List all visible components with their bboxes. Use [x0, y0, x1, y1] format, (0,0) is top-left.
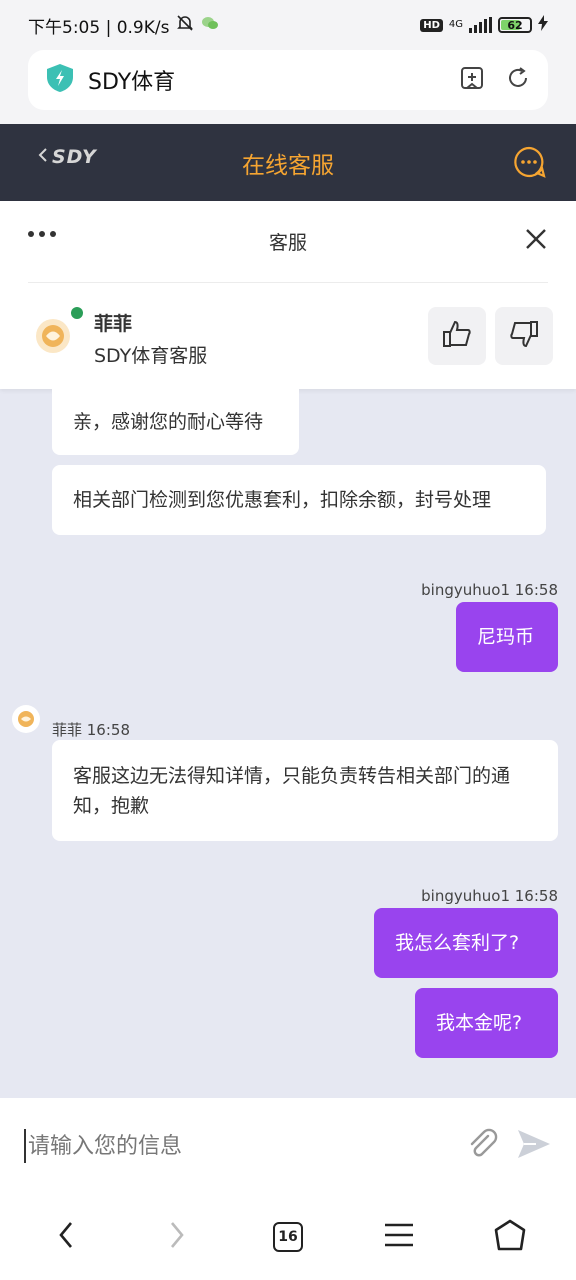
agent-avatar-small	[12, 705, 40, 733]
message-text: 客服这边无法得知详情，只能负责转告相关部门的通知，抱歉	[73, 764, 511, 817]
message-text: 亲，感谢您的耐心等待	[73, 411, 264, 433]
battery-level: 62	[507, 18, 523, 32]
message-input-bar	[0, 1098, 576, 1194]
message-sender-time: bingyuhuo1 16:58	[421, 887, 558, 905]
more-options-icon[interactable]	[28, 231, 56, 237]
panel-title: 客服	[268, 232, 307, 254]
message-bubble-incoming: 客服这边无法得知详情，只能负责转告相关部门的通知，抱歉	[52, 740, 558, 841]
message-sender-time: bingyuhuo1 16:58	[421, 581, 558, 599]
message-bubble-incoming: 亲，感谢您的耐心等待	[52, 389, 299, 455]
message-text: 我本金呢?	[436, 1012, 523, 1034]
nav-forward-button[interactable]	[147, 1207, 207, 1267]
browser-address-area: SDY体育	[0, 50, 576, 124]
thumbs-down-button[interactable]	[495, 307, 553, 365]
browser-nav-bar: 16	[0, 1194, 576, 1280]
status-bar: 下午5:05 | 0.9K/s HD 4G 62	[0, 0, 576, 50]
menu-button[interactable]	[369, 1207, 429, 1267]
shield-icon	[46, 63, 74, 97]
message-bubble-outgoing: 尼玛币	[456, 602, 558, 672]
send-icon[interactable]	[516, 1128, 552, 1164]
agent-panel: 客服 菲菲 SDY体育客服	[0, 201, 576, 389]
wechat-icon	[201, 15, 219, 35]
message-text: 尼玛币	[477, 626, 535, 648]
nav-back-button[interactable]	[36, 1207, 96, 1267]
message-input[interactable]	[24, 1129, 466, 1163]
sdy-logo: SDY	[52, 146, 97, 168]
status-time-speed: 下午5:05 | 0.9K/s	[28, 17, 170, 38]
network-label: 4G	[448, 19, 463, 30]
chevron-right-icon	[169, 1221, 185, 1253]
agent-role: SDY体育客服	[94, 345, 208, 367]
home-button[interactable]	[480, 1207, 540, 1267]
message-bubble-outgoing: 我怎么套利了?	[374, 908, 558, 978]
page-title: SDY体育	[88, 70, 176, 95]
chat-bubble-icon[interactable]	[512, 145, 546, 183]
battery-icon: 62	[498, 17, 532, 33]
tabs-button[interactable]: 16	[258, 1207, 318, 1267]
message-text: 相关部门检测到您优惠套利，扣除余额，封号处理	[73, 489, 492, 511]
back-button[interactable]: SDY	[38, 146, 97, 168]
attachment-icon[interactable]	[466, 1127, 500, 1165]
thumbs-up-icon	[441, 318, 473, 354]
close-icon[interactable]	[524, 227, 548, 255]
agent-name: 菲菲	[94, 313, 133, 335]
message-sender-time: 菲菲 16:58	[52, 721, 130, 739]
chevron-left-icon	[38, 146, 48, 168]
message-bubble-incoming: 相关部门检测到您优惠套利，扣除余额，封号处理	[52, 465, 546, 535]
address-bar[interactable]: SDY体育	[28, 50, 548, 110]
online-status-indicator	[71, 307, 83, 319]
tab-count: 16	[272, 1222, 303, 1252]
signal-icon	[469, 17, 492, 33]
thumbs-up-button[interactable]	[428, 307, 486, 365]
home-icon	[493, 1218, 527, 1256]
header-title: 在线客服	[242, 152, 334, 179]
message-text: 我怎么套利了?	[395, 932, 520, 954]
add-bookmark-icon[interactable]	[460, 66, 484, 94]
refresh-icon[interactable]	[506, 66, 530, 94]
agent-avatar	[34, 317, 72, 355]
bell-muted-icon	[175, 13, 195, 38]
thumbs-down-icon	[508, 318, 540, 354]
message-bubble-outgoing: 我本金呢?	[415, 988, 558, 1058]
menu-icon	[384, 1222, 414, 1252]
hd-badge: HD	[420, 18, 443, 32]
charging-icon	[538, 14, 548, 36]
app-header: SDY 在线客服	[0, 124, 576, 201]
chevron-left-icon	[58, 1221, 74, 1253]
